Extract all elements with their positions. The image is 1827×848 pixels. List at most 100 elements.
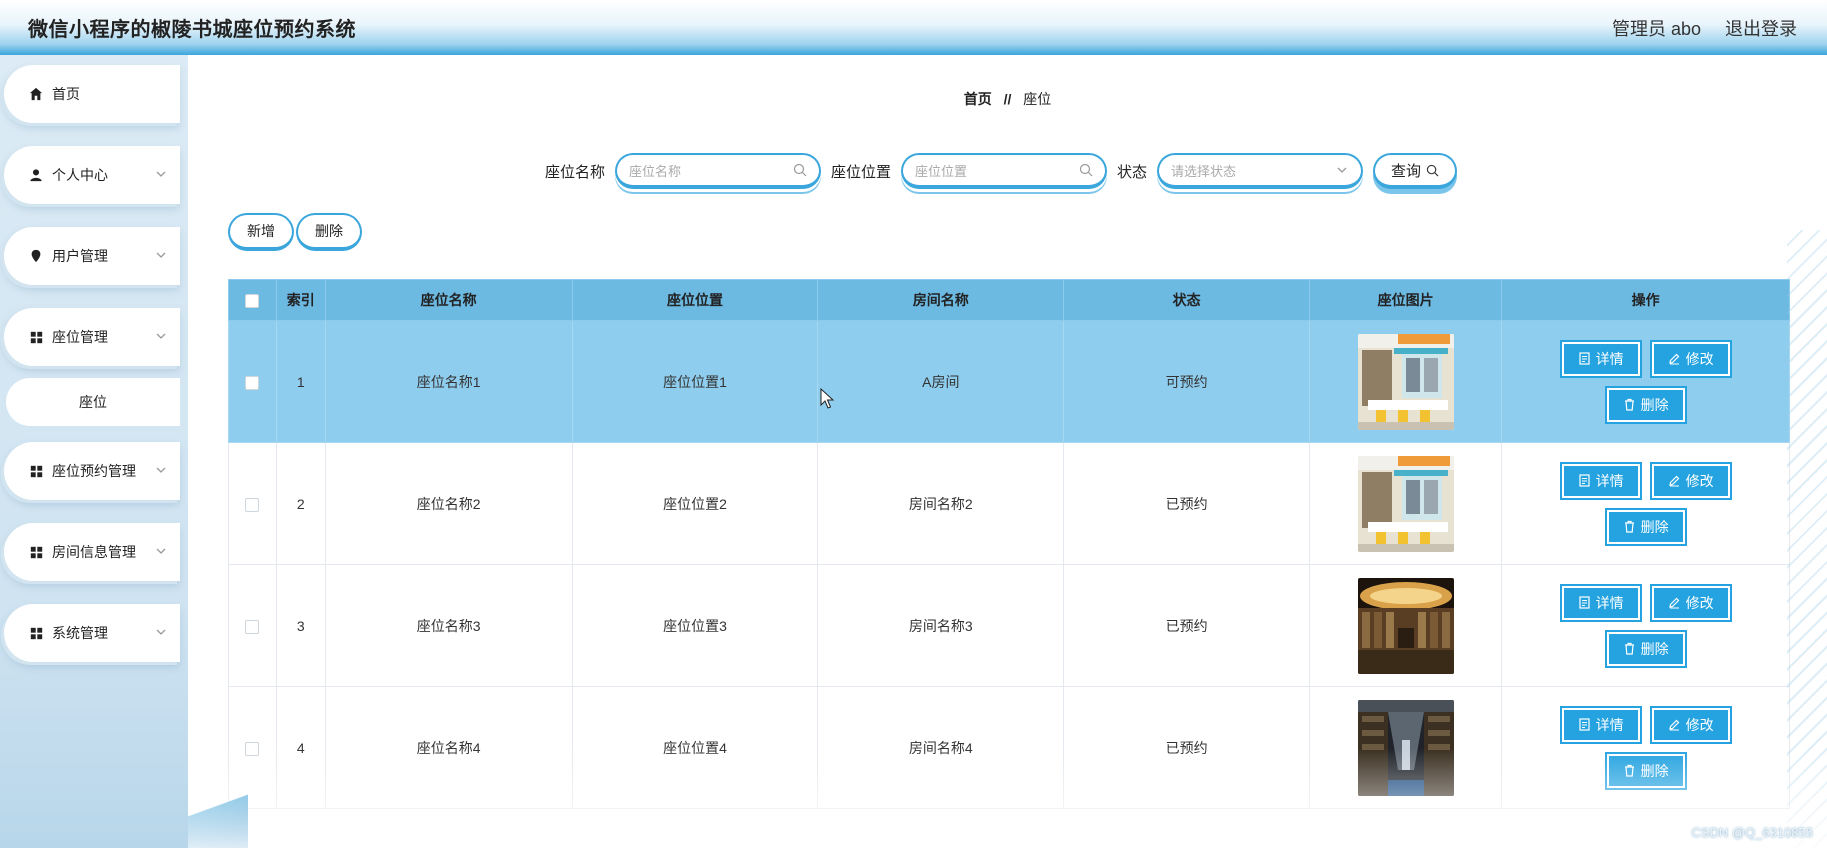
select-all-checkbox[interactable] (245, 294, 260, 309)
sidebar-item-seat-management[interactable]: 座位管理 (4, 308, 180, 366)
delete-button[interactable]: 删除 (1604, 507, 1687, 546)
edit-button[interactable]: 修改 (1649, 583, 1732, 622)
table-row[interactable]: 3 座位名称3 座位位置3 房间名称3 已预约 详情 修改 删除 (228, 564, 1790, 687)
trash-icon (1624, 642, 1634, 655)
document-icon (1579, 596, 1590, 609)
seat-table: 索引 座位名称 座位位置 房间名称 状态 座位图片 操作 1 座位名称1 座位位… (228, 279, 1790, 809)
index-cell: 3 (275, 564, 326, 687)
chevron-down-icon (156, 548, 166, 554)
delete-button[interactable]: 删除 (1604, 385, 1687, 424)
breadcrumb-home[interactable]: 首页 (964, 91, 992, 107)
row-checkbox[interactable] (245, 375, 260, 390)
breadcrumb-current: 座位 (1023, 91, 1052, 107)
seat-image[interactable] (1357, 455, 1454, 552)
sidebar-item-home[interactable]: 首页 (4, 65, 180, 123)
row-checkbox[interactable] (245, 497, 260, 512)
trash-icon (1624, 764, 1634, 777)
edit-button[interactable]: 修改 (1649, 339, 1732, 378)
main-content: 首页 // 座位 座位名称 座位名称 座位位置 座位位置 状态 请选择状态 查询… (188, 55, 1827, 848)
breadcrumb: 首页 // 座位 (188, 89, 1827, 109)
column-header: 座位图片 (1309, 279, 1503, 321)
row-select-cell (228, 442, 277, 565)
status-placeholder: 请选择状态 (1171, 163, 1237, 179)
seat-position-placeholder: 座位位置 (915, 163, 968, 179)
index-cell: 1 (275, 320, 326, 443)
seat-image[interactable] (1357, 699, 1454, 796)
logout-link[interactable]: 退出登录 (1725, 15, 1797, 41)
sidebar-item-label: 系统管理 (52, 625, 108, 641)
sidebar-item-label: 座位管理 (52, 329, 108, 345)
chevron-down-icon (1337, 167, 1347, 173)
index-cell: 4 (275, 686, 326, 809)
column-header: 状态 (1063, 279, 1311, 321)
app-title: 微信小程序的椒陵书城座位预约系统 (28, 19, 356, 41)
status-select[interactable]: 请选择状态 (1157, 153, 1364, 189)
sidebar-item-label: 用户管理 (52, 248, 108, 264)
seat-image[interactable] (1357, 577, 1454, 674)
chevron-down-icon (156, 333, 166, 339)
grid-icon (28, 544, 44, 560)
detail-button-label: 详情 (1595, 472, 1624, 489)
top-header: 微信小程序的椒陵书城座位预约系统 管理员 abo 退出登录 (0, 0, 1827, 55)
operation-cell: 详情 修改 删除 (1501, 564, 1790, 687)
sidebar-item-room-info-management[interactable]: 房间信息管理 (4, 523, 180, 581)
delete-button[interactable]: 删除 (1604, 629, 1687, 668)
bulk-delete-button[interactable]: 删除 (296, 213, 362, 251)
seat-name-input[interactable]: 座位名称 (615, 153, 822, 189)
detail-button-label: 详情 (1595, 350, 1624, 367)
sidebar-item-label: 个人中心 (52, 167, 108, 183)
edit-button-label: 修改 (1685, 594, 1714, 611)
document-icon (1579, 352, 1590, 365)
sidebar-subitem-label: 座位 (79, 394, 107, 410)
sidebar-subitem-seat[interactable]: 座位 (6, 378, 180, 426)
trash-icon (1624, 520, 1634, 533)
document-icon (1579, 474, 1590, 487)
edit-button[interactable]: 修改 (1649, 461, 1732, 500)
sidebar-item-label: 房间信息管理 (52, 544, 136, 560)
detail-button[interactable]: 详情 (1559, 705, 1642, 744)
table-header-row: 索引 座位名称 座位位置 房间名称 状态 座位图片 操作 (228, 279, 1790, 321)
grid-icon (28, 329, 44, 345)
search-icon (1079, 163, 1093, 177)
edit-button[interactable]: 修改 (1649, 705, 1732, 744)
row-checkbox[interactable] (245, 741, 260, 756)
decorative-shape (188, 780, 248, 848)
seat-name-cell: 座位名称1 (324, 320, 573, 443)
add-button[interactable]: 新增 (228, 213, 294, 251)
seat-position-label: 座位位置 (831, 163, 892, 181)
sidebar-item-user-management[interactable]: 用户管理 (4, 227, 180, 285)
sidebar-item-system-management[interactable]: 系统管理 (4, 604, 180, 662)
detail-button-label: 详情 (1595, 594, 1624, 611)
sidebar-item-personal-center[interactable]: 个人中心 (4, 146, 180, 204)
column-header: 索引 (275, 279, 326, 321)
search-icon (793, 163, 807, 177)
table-row[interactable]: 1 座位名称1 座位位置1 A房间 可预约 详情 修改 删除 (228, 320, 1790, 443)
chevron-down-icon (156, 252, 166, 258)
row-checkbox[interactable] (245, 619, 260, 634)
status-cell: 已预约 (1063, 686, 1311, 809)
query-button-label: 查询 (1391, 162, 1422, 180)
detail-button[interactable]: 详情 (1559, 339, 1642, 378)
chevron-down-icon (156, 629, 166, 635)
search-icon (1426, 164, 1439, 176)
delete-button[interactable]: 删除 (1604, 751, 1687, 790)
sidebar-item-seat-reservation-management[interactable]: 座位预约管理 (4, 442, 180, 500)
query-button[interactable]: 查询 (1373, 153, 1458, 189)
seat-position-input[interactable]: 座位位置 (901, 153, 1108, 189)
admin-user-label: 管理员 abo (1611, 18, 1701, 39)
table-row[interactable]: 2 座位名称2 座位位置2 房间名称2 已预约 详情 修改 删除 (228, 442, 1790, 565)
document-icon (1579, 718, 1590, 731)
row-select-cell (228, 564, 277, 687)
status-cell: 已预约 (1063, 564, 1311, 687)
seat-image-cell (1309, 442, 1503, 565)
table-row[interactable]: 4 座位名称4 座位位置4 房间名称4 已预约 详情 修改 删除 (228, 686, 1790, 809)
seat-name-placeholder: 座位名称 (629, 163, 682, 179)
delete-button-label: 删除 (1640, 762, 1669, 779)
status-cell: 可预约 (1063, 320, 1311, 443)
home-icon (28, 86, 44, 102)
detail-button[interactable]: 详情 (1559, 461, 1642, 500)
seat-name-label: 座位名称 (545, 163, 606, 181)
detail-button[interactable]: 详情 (1559, 583, 1642, 622)
edit-icon (1668, 597, 1679, 609)
seat-image[interactable] (1357, 333, 1454, 430)
